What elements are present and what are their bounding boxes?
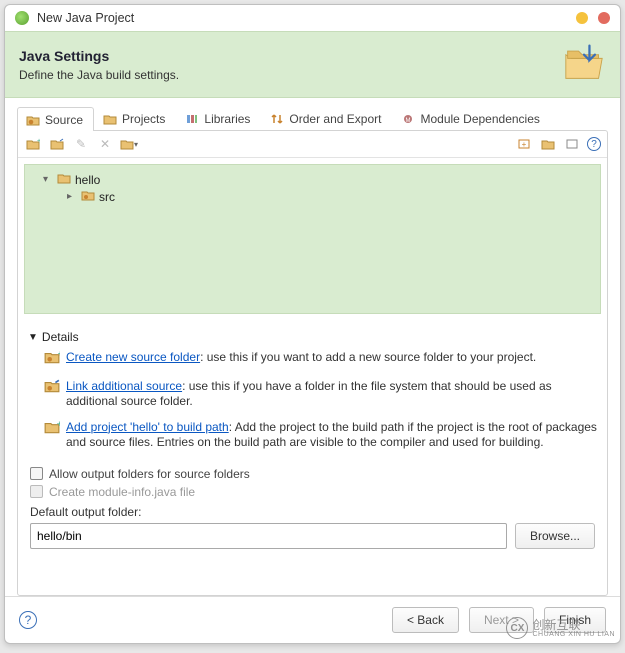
caret-down-icon: ▼	[28, 332, 38, 343]
default-output-input[interactable]	[30, 523, 507, 549]
minimize-button[interactable]	[576, 12, 588, 24]
link-additional-source-link[interactable]: Link additional source	[66, 379, 182, 393]
add-project-icon: +	[44, 420, 60, 439]
wizard-title: Java Settings	[19, 48, 179, 64]
tree-src-row[interactable]: ▸ src	[29, 188, 596, 205]
create-source-link[interactable]: Create new source folder	[66, 350, 200, 364]
eclipse-icon	[15, 11, 29, 25]
watermark-brand: 创新互联	[532, 619, 615, 631]
project-folder-icon	[57, 172, 71, 187]
tab-module-deps[interactable]: M Module Dependencies	[392, 106, 550, 130]
toolbar-help-icon[interactable]: ?	[587, 137, 601, 151]
tab-source[interactable]: Source	[17, 107, 94, 131]
details-heading: Details	[42, 330, 79, 344]
details-section: ▼ Details + Create new source folder: us…	[18, 320, 607, 463]
tab-label: Source	[45, 113, 83, 127]
link-source-icon	[44, 379, 60, 398]
create-module-checkbox-row: Create module-info.java file	[30, 485, 595, 499]
expand-all-button[interactable]: +	[515, 135, 533, 153]
tab-label: Module Dependencies	[420, 112, 539, 126]
allow-output-label: Allow output folders for source folders	[49, 467, 250, 481]
source-folder-icon	[81, 189, 95, 204]
tree-project-label: hello	[75, 173, 100, 187]
detail-add-project: + Add project 'hello' to build path: Add…	[44, 420, 597, 451]
remove-button[interactable]: ✕	[96, 135, 114, 153]
tab-bar: Source Projects Libraries Order and Expo…	[5, 98, 620, 130]
edit-button[interactable]: ✎	[72, 135, 90, 153]
source-folder-icon	[26, 113, 40, 127]
details-toggle[interactable]: ▼ Details	[28, 330, 597, 344]
add-folder-button[interactable]: +	[24, 135, 42, 153]
window-title: New Java Project	[37, 11, 576, 25]
back-button[interactable]: < Back	[392, 607, 459, 633]
expand-toggle-icon[interactable]: ▾	[43, 174, 53, 185]
default-output-row: Browse...	[30, 523, 595, 549]
tree-src-label: src	[99, 190, 115, 204]
collapse-all-button[interactable]	[539, 135, 557, 153]
detail-text: : use this if you want to add a new sour…	[200, 350, 536, 364]
svg-text:+: +	[57, 420, 60, 429]
new-source-folder-icon: +	[44, 350, 60, 369]
help-button[interactable]: ?	[19, 611, 37, 629]
create-module-label: Create module-info.java file	[49, 485, 195, 499]
link-folder-button[interactable]	[48, 135, 66, 153]
wizard-subtitle: Define the Java build settings.	[19, 68, 179, 82]
svg-text:+: +	[37, 138, 40, 145]
tree-project-row[interactable]: ▾ hello	[29, 171, 596, 188]
folder-icon	[562, 42, 606, 87]
browse-button[interactable]: Browse...	[515, 523, 595, 549]
dialog-window: New Java Project Java Settings Define th…	[4, 4, 621, 644]
tab-projects[interactable]: Projects	[94, 106, 176, 130]
source-folder-tree[interactable]: ▾ hello ▸ src	[24, 164, 601, 314]
svg-text:M: M	[406, 118, 411, 124]
toggle-button[interactable]: ▾	[120, 135, 138, 153]
watermark-logo-icon: CX	[506, 617, 528, 639]
expand-toggle-icon[interactable]: ▸	[67, 191, 77, 202]
checkbox-icon[interactable]	[30, 467, 43, 480]
window-controls	[576, 12, 610, 24]
tab-label: Order and Export	[289, 112, 381, 126]
source-toolbar: + ✎ ✕ ▾ + ?	[18, 131, 607, 158]
projects-icon	[103, 112, 117, 126]
libraries-icon	[185, 112, 199, 126]
order-export-icon	[270, 112, 284, 126]
allow-output-checkbox-row[interactable]: Allow output folders for source folders	[30, 467, 595, 481]
detail-create-source: + Create new source folder: use this if …	[44, 350, 597, 369]
watermark: CX 创新互联 CHUANG XIN HU LIAN	[506, 617, 615, 639]
detail-link-source: Link additional source: use this if you …	[44, 379, 597, 410]
module-icon: M	[401, 112, 415, 126]
add-project-link[interactable]: Add project 'hello' to build path	[66, 420, 229, 434]
tab-order-export[interactable]: Order and Export	[261, 106, 392, 130]
svg-text:+: +	[58, 350, 60, 358]
lower-options: Allow output folders for source folders …	[18, 463, 607, 565]
svg-text:+: +	[522, 140, 527, 149]
watermark-sub: CHUANG XIN HU LIAN	[532, 631, 615, 638]
checkbox-icon	[30, 485, 43, 498]
close-button[interactable]	[598, 12, 610, 24]
tab-label: Libraries	[204, 112, 250, 126]
output-folder-button[interactable]	[563, 135, 581, 153]
title-bar: New Java Project	[5, 5, 620, 31]
default-output-label: Default output folder:	[30, 505, 595, 519]
source-tab-body: + ✎ ✕ ▾ + ? ▾ hello ▸ src ▼	[17, 130, 608, 596]
tab-libraries[interactable]: Libraries	[176, 106, 261, 130]
tab-label: Projects	[122, 112, 165, 126]
wizard-header: Java Settings Define the Java build sett…	[5, 31, 620, 98]
